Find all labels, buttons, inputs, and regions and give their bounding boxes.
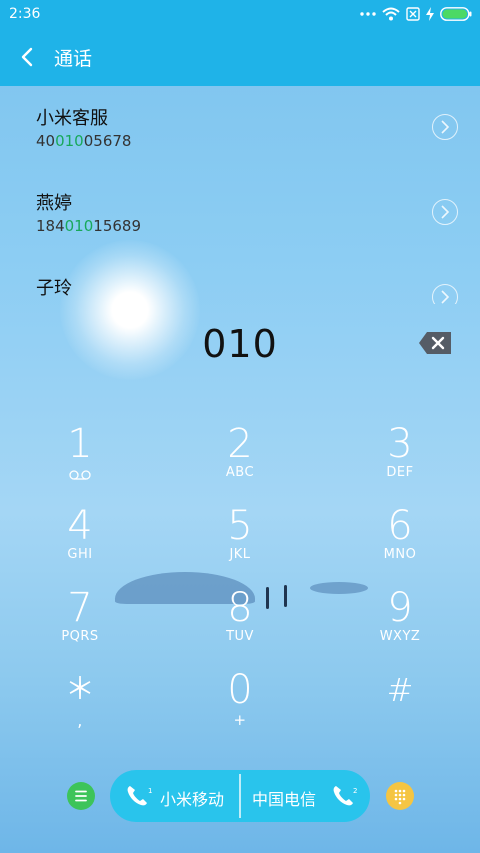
contact-result[interactable]: 子玲 (0, 256, 480, 304)
battery-icon (440, 7, 472, 21)
status-bar: 2:36 (0, 0, 480, 28)
page-title: 通话 (54, 48, 93, 70)
charging-icon (426, 7, 434, 21)
dialpad-icon (394, 789, 406, 805)
contact-result[interactable]: 燕婷 18401015689 (0, 171, 480, 255)
key-digit: 8 (227, 585, 253, 631)
contact-detail-chevron-icon[interactable] (432, 199, 458, 225)
key-digit: 1 (67, 421, 93, 467)
key-letters: DEF (386, 465, 414, 480)
menu-button[interactable] (67, 782, 95, 810)
key-3[interactable]: 3 DEF (320, 420, 480, 502)
key-0[interactable]: 0 + (160, 666, 320, 748)
key-5[interactable]: 5 JKL (160, 502, 320, 584)
contact-detail-chevron-icon[interactable] (432, 114, 458, 140)
key-digit: # (386, 671, 414, 709)
contact-number: 18401015689 (36, 217, 141, 235)
key-digit: 4 (67, 503, 93, 549)
wifi-icon (382, 7, 400, 21)
contact-name: 燕婷 (36, 193, 72, 214)
svg-text:1: 1 (148, 787, 152, 795)
phone-sim2-icon: 2 (333, 786, 357, 806)
key-digit: ＊ (65, 672, 95, 707)
menu-icon (75, 790, 87, 802)
key-letters: ABC (225, 465, 255, 480)
key-hash[interactable]: # (320, 666, 480, 748)
call-sim2-button[interactable]: 中国电信 2 (240, 770, 370, 822)
back-arrow-icon[interactable] (18, 44, 38, 70)
key-letters: MNO (383, 547, 417, 562)
call-buttons: 1 小米移动 中国电信 2 (110, 770, 370, 822)
contact-number: 4001005678 (36, 132, 132, 150)
key-4[interactable]: 4 GHI (0, 502, 160, 584)
key-2[interactable]: 2 ABC (160, 420, 320, 502)
key-digit: 3 (387, 421, 413, 467)
key-letters: , (77, 711, 83, 730)
sim2-label: 中国电信 (252, 790, 317, 809)
key-7[interactable]: 7 PQRS (0, 584, 160, 666)
key-digit: 6 (387, 503, 413, 549)
status-icons (360, 4, 472, 24)
header: 通话 (0, 28, 480, 86)
key-letters: GHI (67, 547, 93, 562)
key-6[interactable]: 6 MNO (320, 502, 480, 584)
contact-detail-chevron-icon[interactable] (432, 284, 458, 304)
key-1[interactable]: 1 (0, 420, 160, 502)
key-digit: 2 (227, 421, 253, 467)
key-digit: 9 (387, 585, 413, 631)
key-digit: 7 (67, 585, 93, 631)
contact-name: 小米客服 (36, 108, 108, 129)
contact-result[interactable]: 小米客服 4001005678 (0, 86, 480, 170)
more-dots-icon (360, 12, 376, 16)
key-9[interactable]: 9 WXYZ (320, 584, 480, 666)
status-time: 2:36 (9, 6, 41, 22)
key-letters: TUV (226, 629, 254, 644)
sim1-label: 小米移动 (160, 790, 225, 809)
key-star[interactable]: ＊ , (0, 666, 160, 748)
key-letters: PQRS (61, 629, 99, 644)
key-8[interactable]: 8 TUV (160, 584, 320, 666)
key-letters: WXYZ (379, 629, 421, 644)
contact-name: 子玲 (36, 278, 72, 299)
key-digit: 5 (227, 503, 253, 549)
voicemail-icon (69, 470, 91, 480)
svg-text:2: 2 (353, 787, 357, 795)
key-digit: 0 (227, 667, 253, 713)
backspace-icon[interactable] (418, 331, 452, 355)
key-letters: + (233, 711, 247, 729)
call-sim1-button[interactable]: 1 小米移动 (110, 770, 240, 822)
phone-sim1-icon: 1 (127, 786, 152, 806)
dialpad-toggle-button[interactable] (386, 782, 414, 810)
dialed-number-display: 010 (202, 322, 278, 366)
sim-off-icon (406, 7, 420, 21)
key-letters: JKL (229, 547, 251, 562)
